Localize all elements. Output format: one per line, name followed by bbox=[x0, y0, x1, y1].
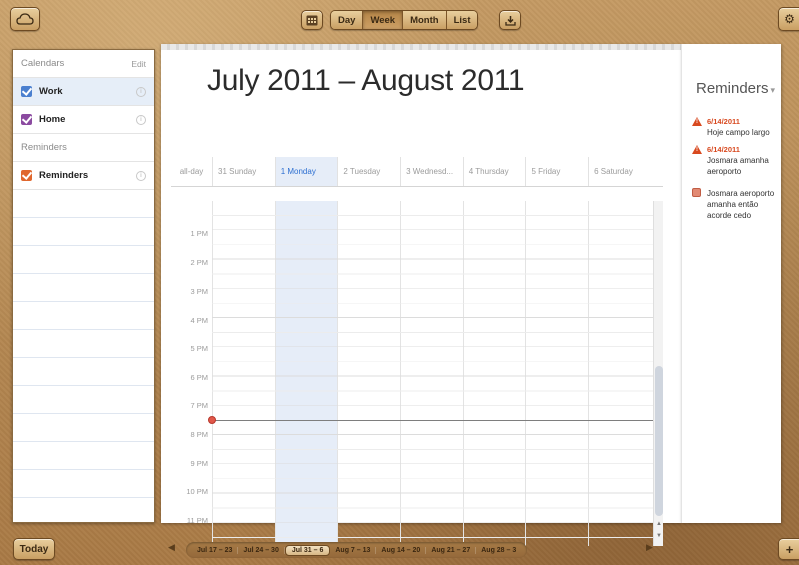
vertical-scrollbar[interactable]: ▲ ▼ bbox=[653, 201, 663, 546]
day-header-tuesday[interactable]: 2 Tuesday bbox=[337, 157, 400, 186]
hour-label: 3 PM bbox=[190, 287, 208, 296]
reminders-panel: Reminders ▾ ! 6/14/2011 Hoje campo largo … bbox=[681, 44, 781, 523]
reminder-date: 6/14/2011 bbox=[707, 117, 740, 126]
day-header-thursday[interactable]: 4 Thursday bbox=[462, 157, 526, 186]
sidebar-item-label: Work bbox=[39, 86, 63, 97]
hour-label: 6 PM bbox=[190, 373, 208, 382]
sidebar-item-reminders[interactable]: Reminders i bbox=[13, 162, 154, 190]
hour-label: 7 PM bbox=[190, 401, 208, 410]
view-switcher: Day Week Month List bbox=[330, 10, 479, 30]
view-week-button[interactable]: Week bbox=[363, 11, 404, 29]
reminder-item[interactable]: ! 6/14/2011 Josmara amanha aeroporto bbox=[692, 145, 780, 181]
reminder-text: Josmara amanha aeroporto bbox=[707, 156, 769, 176]
week-item[interactable]: Aug 7 – 13 bbox=[330, 546, 377, 554]
settings-button[interactable]: ⚙ bbox=[778, 7, 799, 31]
view-list-button[interactable]: List bbox=[446, 11, 478, 29]
week-item[interactable]: Aug 14 – 20 bbox=[376, 546, 427, 554]
reminders-section-header: Reminders bbox=[13, 134, 154, 162]
reminder-item[interactable]: ! 6/14/2011 Hoje campo largo bbox=[692, 117, 780, 141]
day-header-friday[interactable]: 5 Friday bbox=[525, 157, 588, 186]
calendars-header-label: Calendars bbox=[21, 58, 65, 69]
day-header-wednesday[interactable]: 3 Wednesd... bbox=[400, 157, 463, 186]
plus-icon: + bbox=[785, 541, 794, 557]
calendars-section-header: Calendars Edit bbox=[13, 50, 154, 78]
hour-label: 8 PM bbox=[190, 430, 208, 439]
current-time-line bbox=[212, 420, 653, 421]
info-icon[interactable]: i bbox=[136, 114, 146, 125]
week-item[interactable]: Aug 28 – 3 bbox=[476, 547, 521, 554]
info-icon[interactable]: i bbox=[136, 170, 146, 181]
scroll-down-icon[interactable]: ▼ bbox=[654, 531, 664, 541]
view-day-button[interactable]: Day bbox=[331, 11, 364, 29]
week-navigator: Jul 17 – 23 Jul 24 – 30 Jul 31 – 6 Aug 7… bbox=[186, 542, 528, 558]
edit-button[interactable]: Edit bbox=[131, 59, 146, 69]
calendar-grid-icon bbox=[306, 15, 318, 25]
hour-label: 10 PM bbox=[186, 487, 208, 496]
hour-label: 9 PM bbox=[190, 459, 208, 468]
view-month-button[interactable]: Month bbox=[403, 11, 447, 29]
scroll-up-icon[interactable]: ▲ bbox=[654, 519, 664, 529]
checkbox-icon[interactable] bbox=[21, 86, 32, 97]
calendar-list-button[interactable] bbox=[301, 10, 323, 30]
day-header-monday-today[interactable]: 1 Monday bbox=[274, 157, 338, 186]
reminder-text: Josmara aeroporto amanha então acorde ce… bbox=[707, 189, 775, 220]
calendars-sidebar: Calendars Edit Work i Home i Reminders R… bbox=[12, 49, 155, 523]
download-button[interactable] bbox=[499, 10, 521, 30]
week-calendar-panel: July 2011 – August 2011 all-day 31 Sunda… bbox=[161, 44, 681, 546]
cloud-icon bbox=[16, 13, 34, 25]
day-column-header: all-day 31 Sunday 1 Monday 2 Tuesday 3 W… bbox=[171, 157, 663, 187]
hour-label: 4 PM bbox=[190, 316, 208, 325]
hour-label: 1 PM bbox=[190, 229, 208, 238]
week-item-current[interactable]: Jul 31 – 6 bbox=[284, 544, 331, 556]
hour-label: 11 PM bbox=[186, 516, 208, 525]
reminder-text: Hoje campo largo bbox=[707, 128, 770, 137]
sidebar-item-label: Home bbox=[39, 114, 66, 125]
reminder-item[interactable]: Josmara aeroporto amanha então acorde ce… bbox=[692, 188, 780, 238]
top-toolbar: Day Week Month List ⚙ bbox=[0, 0, 799, 40]
checkbox-icon[interactable] bbox=[21, 114, 32, 125]
previous-week-icon[interactable]: ◀ bbox=[168, 542, 175, 553]
reminders-title[interactable]: Reminders ▾ bbox=[696, 80, 775, 97]
download-icon bbox=[504, 15, 516, 26]
scrollbar-thumb[interactable] bbox=[655, 366, 663, 516]
gear-icon: ⚙ bbox=[784, 12, 795, 26]
hour-label: 2 PM bbox=[190, 258, 208, 267]
sidebar-item-home[interactable]: Home i bbox=[13, 106, 154, 134]
reminder-checkbox-icon[interactable] bbox=[692, 188, 702, 198]
page-title: July 2011 – August 2011 bbox=[207, 64, 525, 97]
torn-edge-decoration bbox=[161, 44, 681, 50]
hour-gridlines bbox=[212, 201, 653, 546]
add-event-button[interactable]: + bbox=[778, 538, 799, 560]
week-item[interactable]: Aug 21 – 27 bbox=[426, 546, 477, 554]
reminder-date: 6/14/2011 bbox=[707, 145, 740, 154]
sidebar-item-label: Reminders bbox=[39, 170, 89, 181]
week-item[interactable]: Jul 17 – 23 bbox=[192, 546, 239, 554]
day-header-saturday[interactable]: 6 Saturday bbox=[588, 157, 651, 186]
reminders-header-label: Reminders bbox=[21, 142, 67, 153]
warning-icon: ! bbox=[692, 117, 702, 127]
today-button[interactable]: Today bbox=[13, 538, 55, 560]
reminders-title-label: Reminders bbox=[696, 80, 769, 97]
current-time-dot bbox=[208, 416, 216, 424]
next-week-icon[interactable]: ▶ bbox=[646, 542, 653, 553]
cloud-button[interactable] bbox=[10, 7, 40, 31]
checkbox-icon[interactable] bbox=[21, 170, 32, 181]
info-icon[interactable]: i bbox=[136, 86, 146, 97]
hour-label: 5 PM bbox=[190, 344, 208, 353]
day-header-sunday[interactable]: 31 Sunday bbox=[212, 157, 275, 186]
warning-icon: ! bbox=[692, 145, 702, 155]
sidebar-item-work[interactable]: Work i bbox=[13, 78, 154, 106]
chevron-down-icon: ▾ bbox=[770, 85, 776, 95]
all-day-label: all-day bbox=[179, 167, 204, 176]
week-item[interactable]: Jul 24 – 30 bbox=[238, 546, 285, 554]
time-grid[interactable]: 1 PM 2 PM 3 PM 4 PM 5 PM 6 PM 7 PM 8 PM … bbox=[171, 201, 653, 546]
